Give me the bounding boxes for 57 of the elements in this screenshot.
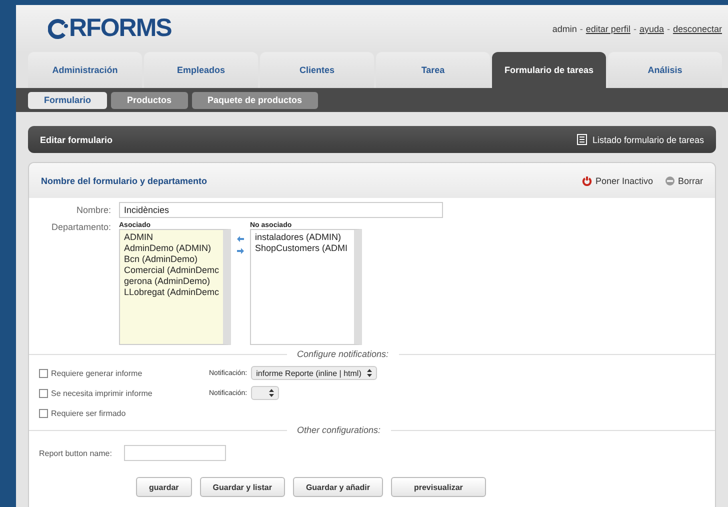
right-arrow-icon [237, 248, 244, 254]
separator: - [580, 24, 583, 34]
checkbox-label[interactable]: Requiere ser firmado [39, 408, 209, 418]
list-option[interactable]: gerona (AdminDemo) [124, 276, 219, 287]
field-label: Report button name: [39, 448, 112, 458]
stepper-arrows-icon [269, 389, 274, 397]
list-option[interactable]: instaladores (ADMIN) [255, 232, 350, 243]
user-link[interactable]: editar perfil [586, 24, 630, 34]
logo: RFORMS [48, 14, 172, 43]
associated-list[interactable]: ADMIN AdminDemo (ADMIN) Bcn (AdminDemo) Comercial (AdminDemc gerona (AdminDemo) LLobregat (AdminDemc [119, 229, 231, 345]
list-option[interactable]: Bcn (AdminDemo) [124, 254, 219, 265]
power-icon [582, 176, 592, 186]
field-label: Departamento: [50, 222, 111, 232]
form-button[interactable]: Guardar y añadir [292, 477, 383, 497]
minus-circle-icon [664, 176, 675, 186]
nav-tab[interactable]: Clientes [260, 52, 374, 88]
section-title: Editar formulario [40, 134, 113, 144]
stepper-arrows-icon [367, 369, 372, 377]
paw-c-icon [48, 18, 68, 38]
report-name-input[interactable] [124, 445, 226, 461]
checkbox[interactable] [39, 368, 48, 378]
list-option[interactable]: AdminDemo (ADMIN) [124, 243, 219, 254]
user-link[interactable]: ayuda [639, 24, 664, 34]
list-option[interactable]: LLobregat (AdminDemc [124, 287, 219, 298]
checkbox[interactable] [39, 408, 48, 418]
nav-tab[interactable]: Tarea [376, 52, 490, 88]
separator: - [633, 24, 636, 34]
sub-tab[interactable]: Formulario [28, 92, 108, 108]
notification-select[interactable]: informe Reporte (inline | html) [251, 366, 378, 380]
name-input[interactable]: Incidències [119, 202, 443, 218]
form-button[interactable]: Guardar y listar [200, 477, 285, 497]
section-heading: Configure notifications: [297, 349, 389, 359]
list-option[interactable]: ADMIN [124, 232, 219, 243]
section-heading: Other configurations: [297, 425, 381, 435]
form-button[interactable]: guardar [136, 477, 192, 497]
left-arrow-icon [237, 236, 244, 242]
list-option[interactable]: Comercial (AdminDemc [124, 265, 219, 276]
checkbox[interactable] [39, 388, 48, 398]
checkbox-label[interactable]: Se necesita imprimir informe [39, 388, 209, 398]
nav-tab[interactable]: Formulario de tareas [492, 52, 606, 88]
nav-tab[interactable]: Análisis [608, 52, 722, 88]
card-title: Nombre del formulario y departamento [41, 176, 208, 186]
delete-link[interactable]: Borrar [664, 176, 703, 186]
notification-select[interactable] [251, 386, 280, 400]
field-label: Nombre: [75, 205, 111, 215]
user-name[interactable]: admin [552, 24, 577, 34]
form-button[interactable]: previsualizar [390, 477, 486, 497]
separator: - [666, 24, 670, 34]
list-link[interactable]: Listado formulario de tareas [577, 134, 704, 145]
nav-tab[interactable]: Empleados [144, 52, 258, 88]
nav-tab[interactable]: Administración [28, 52, 142, 88]
user-link[interactable]: desconectar [672, 24, 722, 34]
deactivate-link[interactable]: Poner Inactivo [582, 176, 653, 186]
document-icon [577, 134, 588, 145]
list-option[interactable]: ShopCustomers (ADMI [255, 243, 350, 254]
not-associated-list[interactable]: instaladores (ADMIN) ShopCustomers (ADMI [250, 229, 362, 345]
checkbox-label[interactable]: Requiere generar informe [39, 368, 209, 378]
